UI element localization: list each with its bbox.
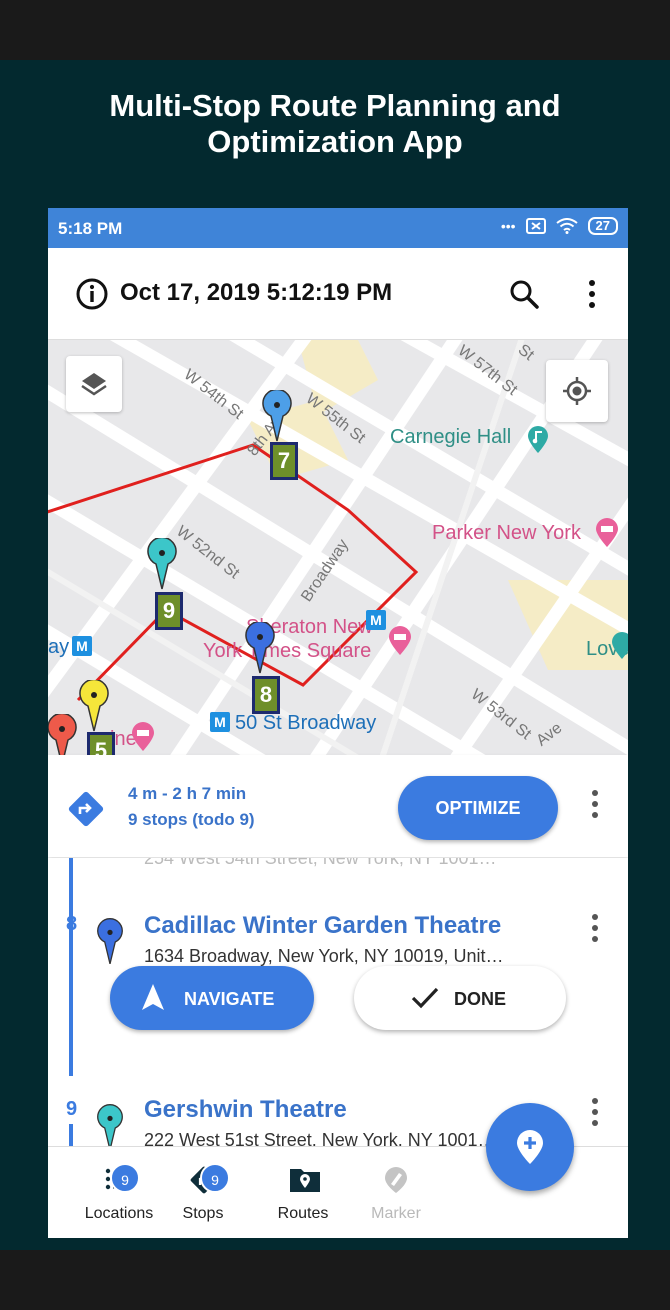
promo-headline: Multi-Stop Route Planning and Optimizati…	[0, 88, 670, 160]
layers-icon	[81, 373, 107, 396]
hotel-pin-icon	[389, 626, 411, 655]
stop-pin-icon[interactable]	[48, 714, 78, 755]
stop-number-badge[interactable]: 8	[252, 676, 280, 714]
stop-pin-icon	[97, 918, 123, 965]
poi-label[interactable]: Carnegie Hall	[390, 426, 511, 449]
navigation-arrow-icon	[142, 984, 164, 1010]
stop-number-badge[interactable]: 9	[155, 592, 183, 630]
stop-address: 222 West 51st Street, New York, NY 1001…	[144, 1130, 496, 1146]
directions-icon	[68, 791, 104, 832]
metro-icon: M	[72, 636, 92, 656]
navigate-button[interactable]: NAVIGATE	[110, 966, 314, 1030]
navigate-label: NAVIGATE	[184, 989, 275, 1009]
my-location-button[interactable]	[546, 360, 608, 422]
folder-pin-icon	[290, 1169, 320, 1192]
poi-label[interactable]: Parker New York	[432, 522, 581, 545]
store-pin-icon	[612, 632, 628, 659]
overflow-menu-icon[interactable]	[582, 278, 602, 315]
stop-list[interactable]: 254 West 54th Street, New York, NY 1001……	[48, 858, 628, 1146]
stop-pin-icon[interactable]	[146, 538, 178, 590]
metro-icon: M	[210, 712, 230, 732]
nav-label: Marker	[371, 1205, 421, 1222]
stop-number-badge[interactable]: 7	[270, 442, 298, 480]
summary-menu-icon[interactable]	[588, 788, 602, 825]
app-bar: Oct 17, 2019 5:12:19 PM	[48, 248, 628, 340]
status-time: 5:18 PM	[58, 219, 123, 238]
marker-pen-icon	[385, 1167, 407, 1193]
poi-label[interactable]: 50 St Broadway	[235, 712, 376, 735]
stop-pin-icon[interactable]	[244, 622, 276, 674]
done-button[interactable]: DONE	[354, 966, 566, 1030]
hotel-pin-icon	[132, 722, 154, 751]
route-stop-count: 9 stops (todo 9)	[128, 810, 255, 829]
status-bar: 5:18 PM ••• 27	[48, 208, 628, 248]
phone-screen: 5:18 PM ••• 27 Oct 17, 2019 5:12:19 PM W…	[48, 208, 628, 1238]
stop-menu-icon[interactable]	[588, 912, 602, 949]
headline-line-2: Optimization App	[207, 124, 463, 159]
page-title: Oct 17, 2019 5:12:19 PM	[120, 279, 393, 306]
stop-address: 1634 Broadway, New York, NY 10019, Unit…	[144, 946, 504, 966]
stop-pin-icon[interactable]	[261, 390, 293, 442]
headline-line-1: Multi-Stop Route Planning and	[109, 88, 561, 123]
music-pin-icon	[528, 426, 548, 453]
add-stop-fab[interactable]	[486, 1103, 574, 1191]
stop-pin-icon[interactable]	[78, 680, 110, 732]
info-icon[interactable]	[76, 278, 108, 315]
add-location-icon	[517, 1130, 543, 1164]
route-duration: 4 m - 2 h 7 min	[128, 784, 247, 803]
done-label: DONE	[454, 989, 507, 1009]
metro-icon: M	[366, 610, 386, 630]
route-line	[69, 858, 73, 898]
layers-button[interactable]	[66, 356, 122, 412]
map-view[interactable]: W 54th St W 55th St W 57th St 8th Av W 5…	[48, 340, 628, 755]
status-dots: •••	[500, 218, 516, 234]
stop-number-badge[interactable]: 5	[87, 732, 115, 755]
stops-count-badge: 9	[200, 1163, 230, 1193]
crosshair-icon	[563, 377, 591, 405]
check-icon	[411, 987, 439, 1009]
top-letterbox	[0, 0, 670, 60]
route-line	[69, 1124, 73, 1146]
hotel-pin-icon	[596, 518, 618, 547]
route-summary: 4 m - 2 h 7 min 9 stops (todo 9) OPTIMIZ…	[48, 755, 628, 857]
stop-number: 8	[66, 913, 78, 935]
poi-label[interactable]: York Times Square	[203, 640, 371, 663]
sim-icon	[525, 218, 546, 234]
previous-stop-address: 254 West 54th Street, New York, NY 1001…	[144, 858, 497, 868]
stop-menu-icon[interactable]	[588, 1096, 602, 1133]
nav-label: Stops	[182, 1205, 224, 1222]
stop-number: 9	[66, 1098, 78, 1120]
poi-label[interactable]: ay	[48, 636, 69, 659]
wifi-icon	[555, 218, 578, 234]
bottom-letterbox	[0, 1250, 670, 1310]
locations-count-badge: 9	[110, 1163, 140, 1193]
nav-marker[interactable]: Marker	[341, 1147, 451, 1238]
nav-stops[interactable]: 9 Stops	[148, 1147, 258, 1238]
stop-name[interactable]: Cadillac Winter Garden Theatre	[144, 912, 501, 940]
optimize-button[interactable]: OPTIMIZE	[398, 776, 558, 840]
stop-pin-icon	[97, 1104, 123, 1146]
battery-indicator: 27	[587, 217, 618, 235]
stop-name[interactable]: Gershwin Theatre	[144, 1096, 347, 1124]
search-icon[interactable]	[508, 278, 540, 315]
